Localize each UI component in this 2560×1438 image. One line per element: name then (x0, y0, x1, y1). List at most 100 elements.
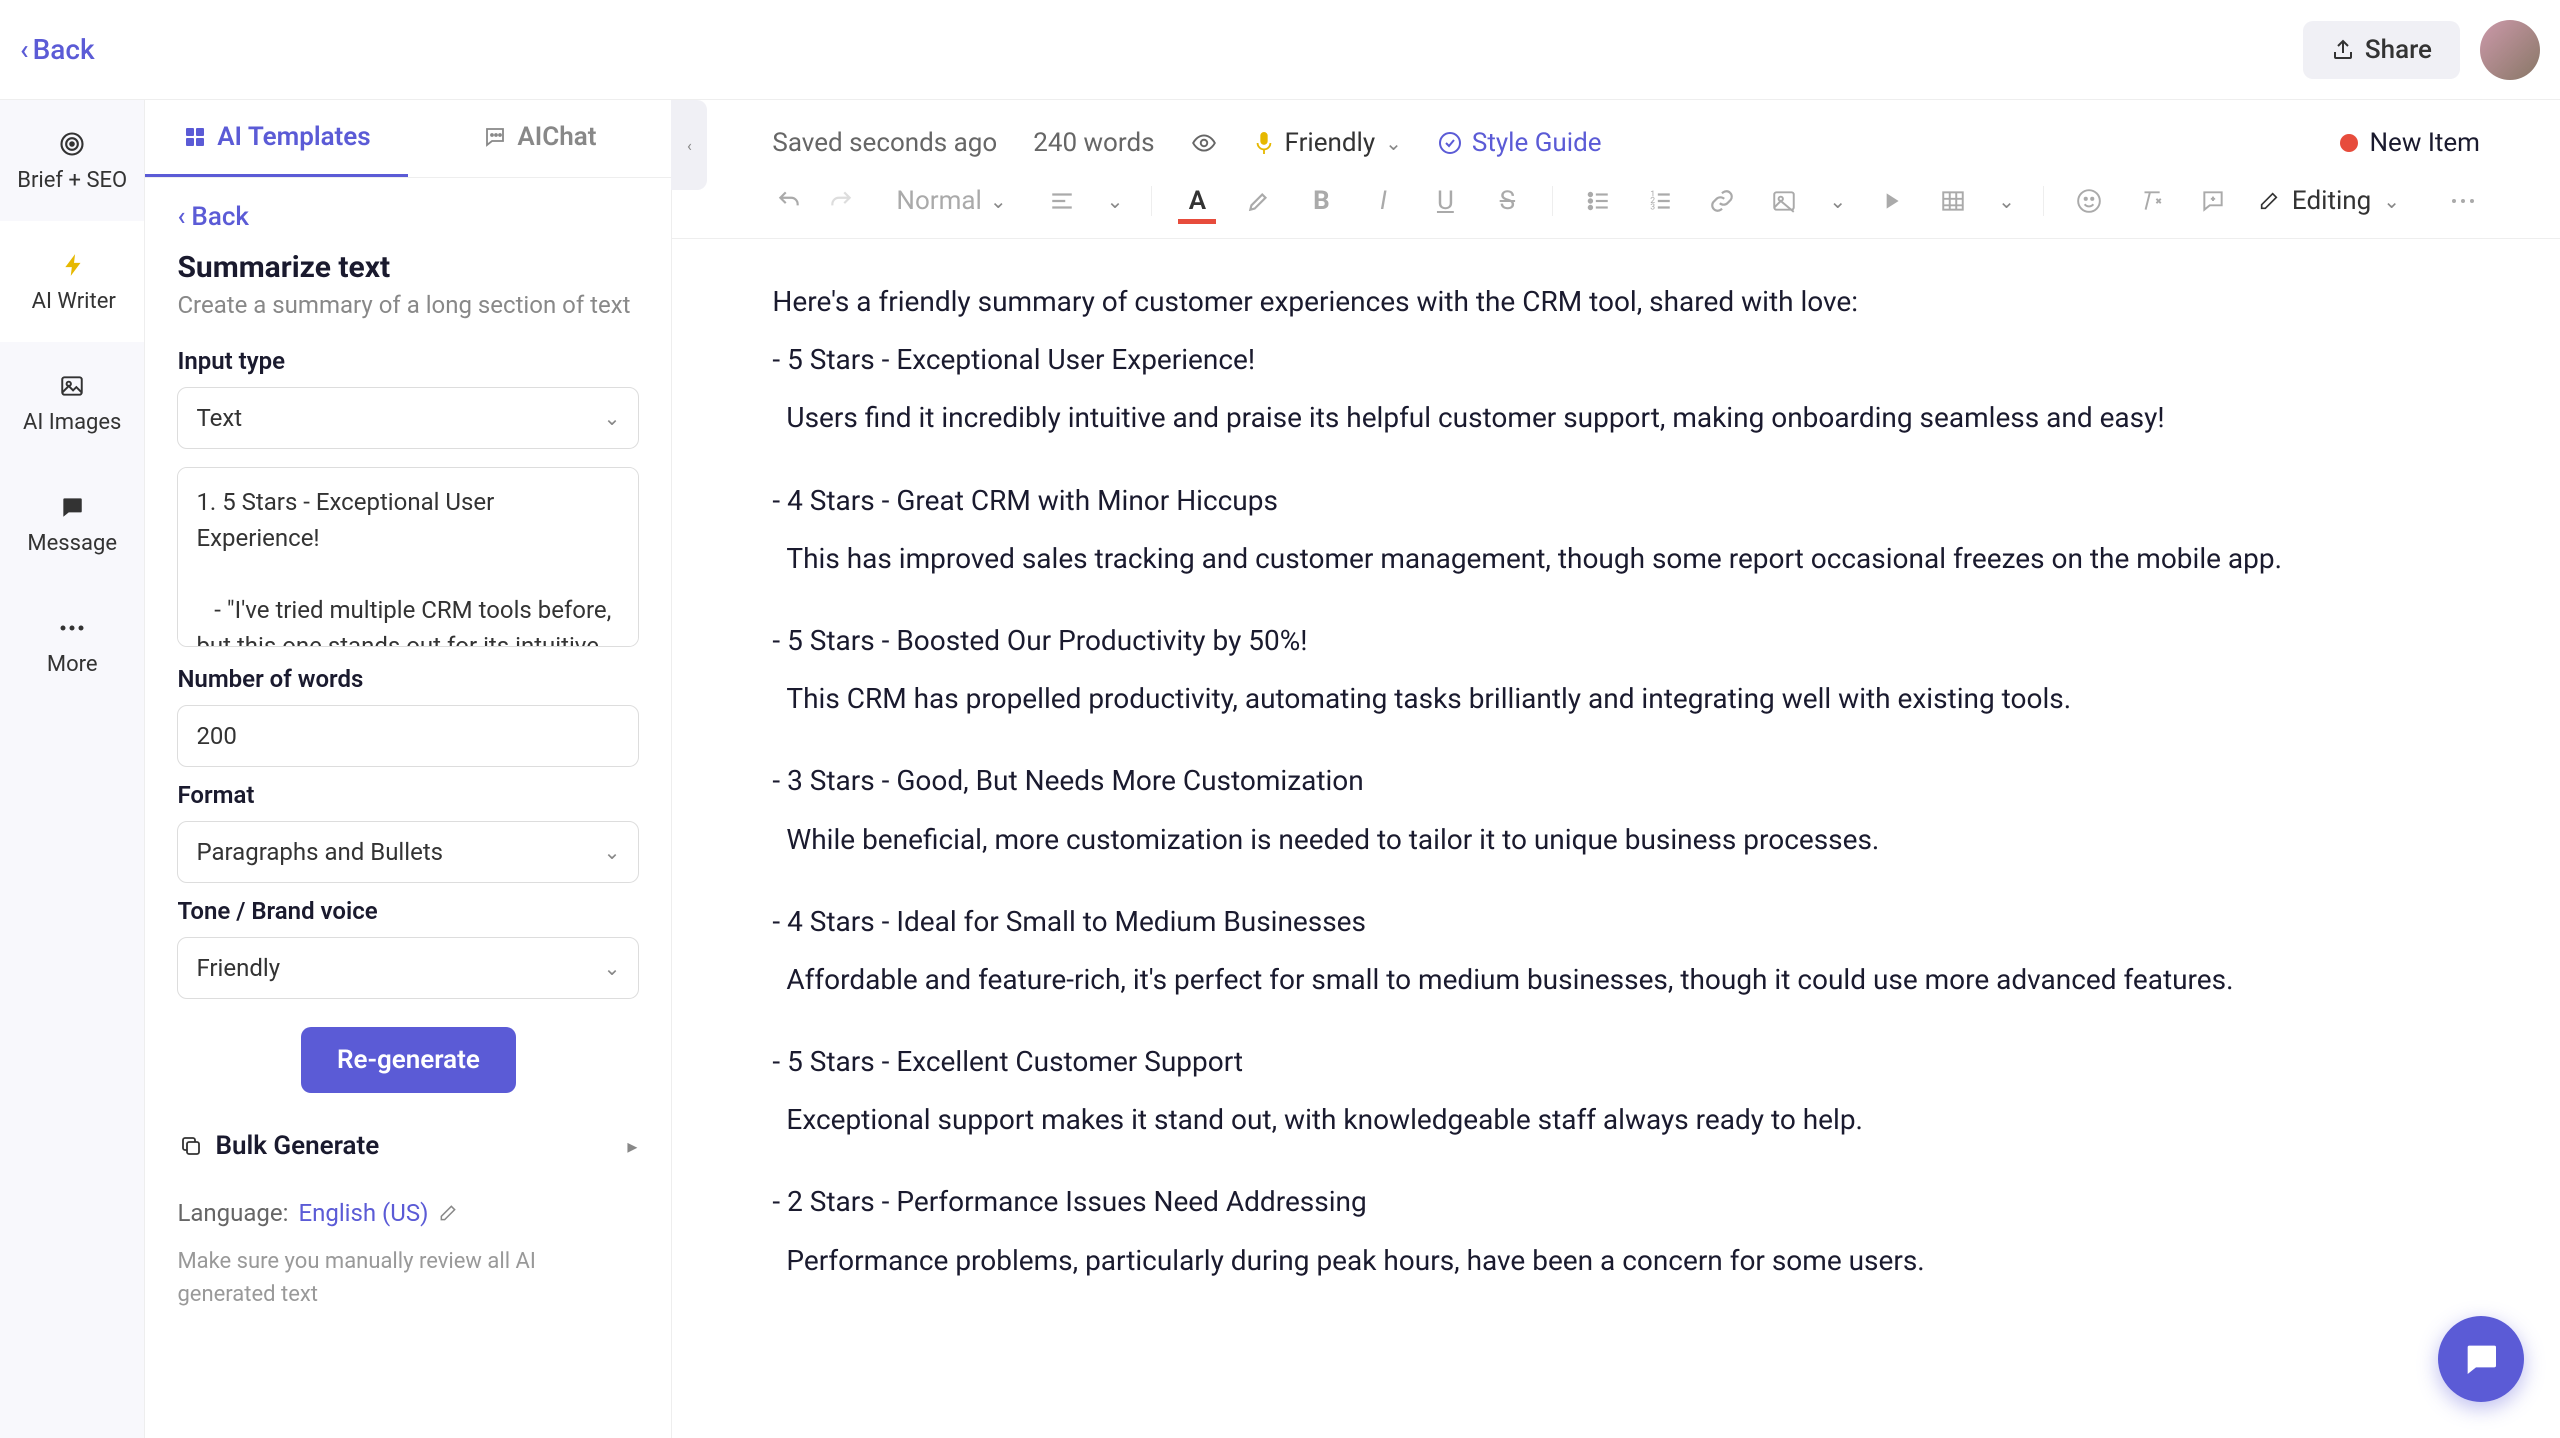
source-text-input[interactable] (177, 467, 639, 647)
ordered-list-button[interactable]: 123 (1643, 184, 1677, 218)
panel-title: Summarize text (177, 250, 639, 285)
avatar[interactable] (2480, 20, 2540, 80)
video-button[interactable] (1874, 184, 1908, 218)
sidebar-item-more[interactable]: More (0, 584, 144, 705)
chevron-left-icon: ‹ (177, 202, 185, 232)
editor-column: Saved seconds ago 240 words Friendly ⌄ (672, 100, 2560, 1438)
sidebar-item-label: Brief + SEO (17, 168, 127, 193)
image-icon (56, 370, 88, 402)
format-value: Paragraphs and Bullets (196, 838, 443, 866)
style-guide-label: Style Guide (1472, 128, 1602, 158)
language-value[interactable]: English (US) (298, 1199, 428, 1227)
strike-button[interactable]: S (1490, 184, 1524, 218)
block-style-select[interactable]: Normal ⌄ (886, 186, 1016, 216)
new-item-label: New Item (2370, 128, 2481, 158)
chevron-right-icon: ▸ (627, 1134, 637, 1158)
align-button[interactable] (1045, 184, 1079, 218)
undo-button[interactable] (772, 184, 806, 218)
templates-icon (183, 125, 207, 149)
panel-subtitle: Create a summary of a long section of te… (177, 291, 639, 319)
editor-block-head: - 4 Stars - Ideal for Small to Medium Bu… (772, 899, 2460, 945)
bold-button[interactable]: B (1304, 184, 1338, 218)
chevron-down-icon: ⌄ (604, 956, 621, 980)
panel-tabs: AI Templates AIChat (145, 100, 671, 178)
block-style-label: Normal (896, 186, 981, 216)
chevron-down-icon[interactable]: ⌄ (1107, 189, 1124, 213)
chevron-down-icon[interactable]: ⌄ (1829, 189, 1846, 213)
target-icon (56, 128, 88, 160)
bolt-icon (58, 249, 90, 281)
language-row: Language: English (US) (177, 1199, 639, 1227)
chevron-down-icon: ⌄ (604, 406, 621, 430)
regenerate-button[interactable]: Re-generate (301, 1027, 516, 1093)
input-type-value: Text (196, 404, 242, 432)
tone-chip[interactable]: Friendly ⌄ (1253, 128, 1402, 158)
tab-ai-templates[interactable]: AI Templates (145, 100, 408, 177)
editor-block-head: - 2 Stars - Performance Issues Need Addr… (772, 1179, 2460, 1225)
chevron-down-icon: ⌄ (1385, 131, 1402, 155)
header-right: Share (2303, 20, 2540, 80)
sidebar-item-message[interactable]: Message (0, 463, 144, 584)
sidebar-item-label: More (47, 652, 98, 677)
text-color-button[interactable]: A (1180, 184, 1214, 218)
eye-icon (1191, 130, 1217, 156)
input-type-select[interactable]: Text ⌄ (177, 387, 639, 449)
bullet-list-button[interactable] (1581, 184, 1615, 218)
image-button[interactable] (1767, 184, 1801, 218)
clear-format-button[interactable] (2134, 184, 2168, 218)
collapse-panel-button[interactable]: ‹ (671, 100, 707, 190)
more-button[interactable] (2446, 184, 2480, 218)
chat-icon (2461, 1339, 2501, 1379)
visibility-button[interactable] (1191, 130, 1217, 156)
style-guide-button[interactable]: Style Guide (1438, 128, 1602, 158)
editor-block-body: Performance problems, particularly durin… (772, 1238, 2460, 1284)
table-button[interactable] (1936, 184, 1970, 218)
sidebar-item-label: Message (27, 531, 117, 556)
chat-icon (483, 125, 507, 149)
tab-label: AIChat (517, 122, 596, 152)
sidebar-item-ai-images[interactable]: AI Images (0, 342, 144, 463)
sidebar-item-brief-seo[interactable]: Brief + SEO (0, 100, 144, 221)
edit-icon[interactable] (438, 1203, 458, 1223)
mic-icon (1253, 130, 1275, 156)
emoji-button[interactable] (2072, 184, 2106, 218)
link-button[interactable] (1705, 184, 1739, 218)
sidebar-item-ai-writer[interactable]: AI Writer (0, 221, 144, 342)
share-button[interactable]: Share (2303, 21, 2460, 79)
bulk-label: Bulk Generate (215, 1131, 379, 1161)
comment-button[interactable] (2196, 184, 2230, 218)
chat-fab[interactable] (2438, 1316, 2524, 1402)
italic-button[interactable]: I (1366, 184, 1400, 218)
editing-mode-label: Editing (2292, 186, 2371, 216)
editor-body[interactable]: Here's a friendly summary of customer ex… (672, 239, 2560, 1438)
editor-block-body: Exceptional support makes it stand out, … (772, 1097, 2460, 1143)
panel-body: ‹ Back Summarize text Create a summary o… (145, 178, 671, 1438)
editor-block: - 2 Stars - Performance Issues Need Addr… (772, 1179, 2460, 1283)
dots-icon (56, 612, 88, 644)
chevron-left-icon: ‹ (20, 33, 29, 66)
chevron-down-icon[interactable]: ⌄ (1998, 189, 2015, 213)
editor-block-head: - 5 Stars - Boosted Our Productivity by … (772, 618, 2460, 664)
underline-button[interactable]: U (1428, 184, 1462, 218)
tab-aichat[interactable]: AIChat (408, 100, 671, 177)
editor-block: - 3 Stars - Good, But Needs More Customi… (772, 758, 2460, 862)
words-input[interactable] (177, 705, 639, 767)
new-item-indicator[interactable]: New Item (2340, 128, 2481, 158)
chevron-left-icon: ‹ (687, 136, 692, 155)
highlight-button[interactable] (1242, 184, 1276, 218)
redo-button[interactable] (824, 184, 858, 218)
tone-value: Friendly (196, 954, 280, 982)
editor-block-body: This has improved sales tracking and cus… (772, 536, 2460, 582)
format-select[interactable]: Paragraphs and Bullets ⌄ (177, 821, 639, 883)
status-dot-icon (2340, 134, 2358, 152)
back-button[interactable]: ‹ Back (20, 33, 95, 66)
bulk-generate-button[interactable]: Bulk Generate ▸ (177, 1123, 639, 1169)
tone-select[interactable]: Friendly ⌄ (177, 937, 639, 999)
editing-mode-select[interactable]: Editing ⌄ (2258, 186, 2400, 216)
panel-back-button[interactable]: ‹ Back (177, 202, 639, 232)
editor-block-head: - 5 Stars - Exceptional User Experience! (772, 337, 2460, 383)
chevron-down-icon: ⌄ (604, 840, 621, 864)
editor-block: - 4 Stars - Great CRM with Minor Hiccups… (772, 478, 2460, 582)
pencil-icon (2258, 190, 2280, 212)
left-rail: Brief + SEO AI Writer AI Images Message … (0, 100, 145, 1438)
